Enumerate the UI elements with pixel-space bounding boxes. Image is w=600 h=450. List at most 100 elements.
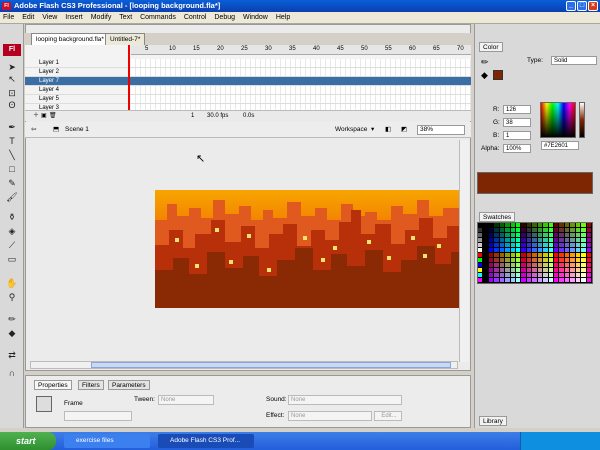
add-folder-icon[interactable]: ▣: [41, 111, 47, 122]
fill-swatch[interactable]: [493, 70, 503, 80]
swap-colors-icon[interactable]: ⇄: [6, 350, 18, 361]
type-select[interactable]: Solid: [551, 56, 597, 65]
frame-row[interactable]: [131, 95, 471, 104]
frame-row[interactable]: [131, 77, 471, 86]
brightness-slider[interactable]: [579, 102, 585, 138]
playhead[interactable]: [128, 45, 130, 113]
workspace-menu[interactable]: Workspace: [335, 122, 367, 138]
edit-button[interactable]: Edit...: [374, 411, 402, 421]
b-value[interactable]: 1: [503, 131, 531, 140]
layer-row[interactable]: Layer 4: [25, 86, 131, 95]
hex-value[interactable]: #7E2601: [541, 141, 579, 150]
swatches-panel-tab[interactable]: Swatches: [479, 212, 516, 222]
text-tool-icon[interactable]: T: [6, 136, 18, 147]
title-bar: Fl Adobe Flash CS3 Professional - [loopi…: [0, 0, 600, 12]
selection-tool-icon[interactable]: ➤: [6, 62, 18, 73]
menu-window[interactable]: Window: [240, 12, 271, 24]
fill-color-icon[interactable]: ◆: [481, 70, 488, 81]
swatches-grid[interactable]: [477, 222, 593, 284]
horizontal-scrollbar[interactable]: [30, 361, 458, 369]
start-button[interactable]: start: [0, 432, 56, 450]
zoom-field[interactable]: 38%: [417, 125, 465, 135]
stroke-color-icon[interactable]: ✏: [481, 57, 489, 68]
edit-scene-icon[interactable]: ◩: [401, 122, 407, 138]
g-label: G:: [493, 119, 500, 126]
layer-row[interactable]: Layer 5: [25, 95, 131, 104]
menu-file[interactable]: File: [0, 12, 17, 24]
pencil-tool-icon[interactable]: ✎: [6, 178, 18, 189]
eraser-tool-icon[interactable]: ▭: [6, 254, 18, 265]
ruler-tick: 45: [337, 46, 344, 52]
back-arrow-icon[interactable]: ⇦: [31, 122, 36, 138]
city-skyline-artwork[interactable]: [155, 190, 459, 308]
menu-commands[interactable]: Commands: [137, 12, 179, 24]
sound-select[interactable]: None: [288, 395, 402, 405]
free-transform-tool-icon[interactable]: ⊡: [6, 88, 18, 99]
library-panel-tab[interactable]: Library: [479, 416, 507, 426]
vertical-scrollbar[interactable]: [459, 140, 469, 362]
zoom-tool-icon[interactable]: ⚲: [6, 292, 18, 303]
current-frame: 1: [191, 113, 195, 119]
frame-row[interactable]: [131, 68, 471, 77]
delete-layer-icon[interactable]: 🗑: [49, 111, 57, 122]
minimize-button[interactable]: _: [566, 1, 576, 11]
tab-parameters[interactable]: Parameters: [108, 380, 150, 390]
paint-bucket-tool-icon[interactable]: ◈: [6, 226, 18, 237]
menu-text[interactable]: Text: [116, 12, 135, 24]
hand-tool-icon[interactable]: ✋: [6, 278, 18, 289]
stroke-color-icon[interactable]: ✏: [6, 314, 18, 325]
effect-select[interactable]: None: [288, 411, 372, 421]
menu-edit[interactable]: Edit: [19, 12, 37, 24]
layer-row[interactable]: Layer 2: [25, 68, 131, 77]
frame-row[interactable]: [131, 59, 471, 68]
tab-filters[interactable]: Filters: [78, 380, 104, 390]
color-spectrum-picker[interactable]: [540, 102, 576, 138]
fill-color-icon[interactable]: ◆: [6, 328, 18, 339]
ruler-tick: 65: [433, 46, 440, 52]
menu-help[interactable]: Help: [273, 12, 293, 24]
chevron-down-icon[interactable]: ▾: [371, 122, 374, 138]
lasso-tool-icon[interactable]: ʘ: [6, 100, 18, 111]
menu-control[interactable]: Control: [181, 12, 210, 24]
eyedropper-tool-icon[interactable]: ⟋: [6, 240, 18, 251]
taskbar-item-exercise-files[interactable]: exercise files: [64, 434, 150, 448]
add-layer-icon[interactable]: ＋: [33, 111, 39, 122]
menu-insert[interactable]: Insert: [62, 12, 86, 24]
layer-row[interactable]: Layer 1: [25, 59, 131, 68]
tween-select[interactable]: None: [158, 395, 214, 405]
ruler-tick: 60: [409, 46, 416, 52]
tab-untitled-7[interactable]: Untitled-7*: [105, 33, 146, 45]
rectangle-tool-icon[interactable]: □: [6, 164, 18, 175]
alpha-value[interactable]: 100%: [503, 144, 531, 153]
system-tray: [520, 432, 600, 450]
r-value[interactable]: 126: [503, 105, 531, 114]
brush-tool-icon[interactable]: 🖌: [6, 192, 18, 203]
menu-view[interactable]: View: [39, 12, 60, 24]
tab-looping-background[interactable]: looping background.fla*: [31, 33, 109, 45]
subselection-tool-icon[interactable]: ↖: [6, 74, 18, 85]
alpha-label: Alpha:: [481, 145, 500, 152]
edit-symbols-icon[interactable]: ◧: [385, 122, 391, 138]
sound-label: Sound:: [266, 396, 287, 403]
layer-row-selected[interactable]: Layer 7: [25, 77, 131, 86]
frame-name-field[interactable]: [64, 411, 132, 421]
line-tool-icon[interactable]: ╲: [6, 150, 18, 161]
snap-to-objects-icon[interactable]: ∩: [6, 368, 18, 379]
close-button[interactable]: ×: [588, 1, 598, 11]
menu-debug[interactable]: Debug: [211, 12, 238, 24]
taskbar-item-flash[interactable]: Adobe Flash CS3 Prof...: [158, 434, 254, 448]
menu-modify[interactable]: Modify: [88, 12, 115, 24]
ink-bottle-tool-icon[interactable]: ⚱: [6, 212, 18, 223]
r-label: R:: [493, 106, 500, 113]
color-swatch[interactable]: [586, 278, 592, 283]
tab-properties[interactable]: Properties: [34, 380, 72, 390]
maximize-button[interactable]: □: [577, 1, 587, 11]
scrollbar-thumb[interactable]: [91, 362, 451, 368]
g-value[interactable]: 38: [503, 118, 531, 127]
frame-row[interactable]: [131, 86, 471, 95]
color-panel-tab[interactable]: Color: [479, 42, 503, 52]
pen-tool-icon[interactable]: ✒: [6, 122, 18, 133]
ruler-tick: 5: [145, 46, 149, 52]
frame-ruler[interactable]: 5 10 15 20 25 30 35 40 45 50 55 60 65 70: [131, 45, 471, 55]
menu-bar: File Edit View Insert Modify Text Comman…: [0, 12, 600, 24]
